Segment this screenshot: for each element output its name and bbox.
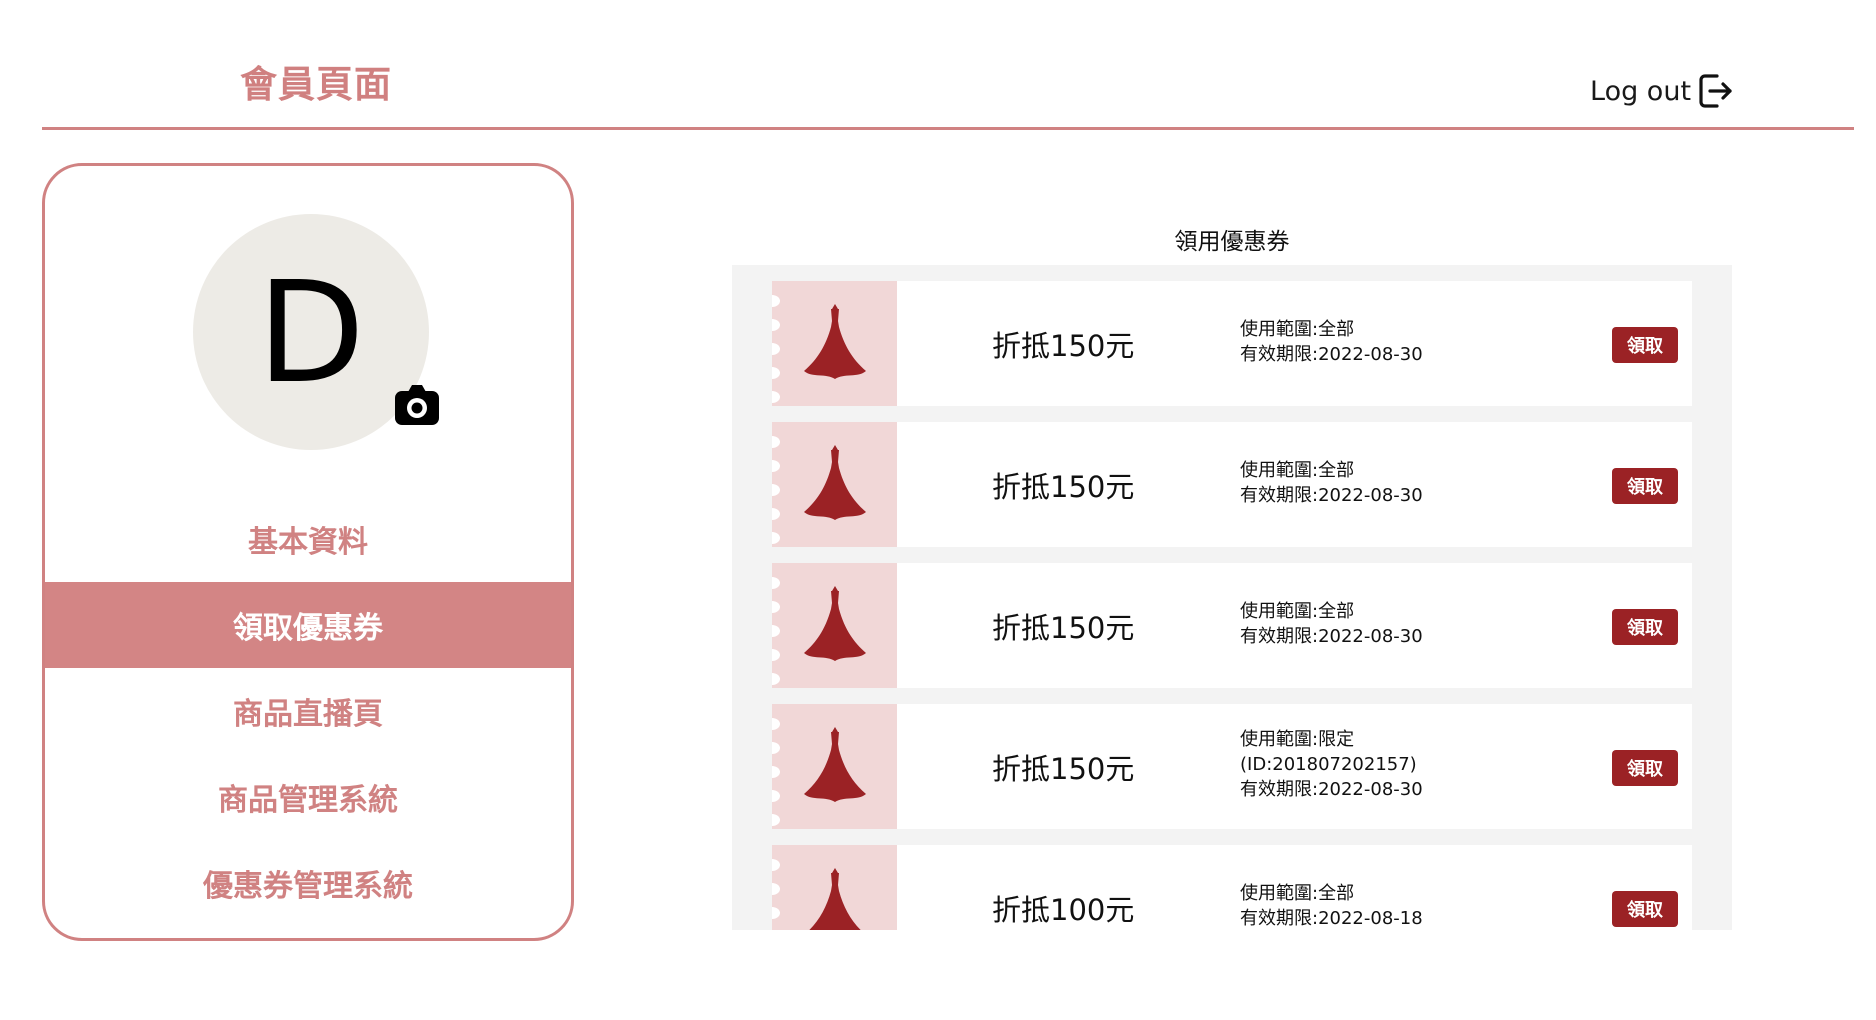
coupon-card: 折抵150元 使用範圍:全部 有效期限:2022-08-30 領取 xyxy=(772,563,1692,688)
sidebar-item-claim-coupons[interactable]: 領取優惠券 xyxy=(45,582,571,668)
coupon-details: 使用範圍:全部 有效期限:2022-08-18 xyxy=(1240,881,1423,930)
coupon-scope: 使用範圍:全部 xyxy=(1240,601,1355,622)
coupon-amount: 折抵150元 xyxy=(992,752,1135,786)
sidebar-item-coupon-management[interactable]: 優惠券管理系統 xyxy=(45,840,571,926)
coupon-scope-id: (ID:201807202157) xyxy=(1240,754,1417,775)
header-divider xyxy=(42,127,1854,130)
sidebar-item-label: 商品管理系統 xyxy=(218,783,398,818)
coupon-amount: 折抵100元 xyxy=(992,893,1135,927)
dress-icon xyxy=(809,868,861,930)
coupon-details: 使用範圍:限定 (ID:201807202157) 有效期限:2022-08-3… xyxy=(1240,727,1423,802)
sidebar-item-basic-info[interactable]: 基本資料 xyxy=(45,496,571,582)
sidebar-item-label: 基本資料 xyxy=(248,525,368,560)
coupon-details: 使用範圍:全部 有效期限:2022-08-30 xyxy=(1240,599,1423,649)
coupon-expiry: 有效期限:2022-08-30 xyxy=(1240,779,1423,800)
coupon-scope: 使用範圍:全部 xyxy=(1240,883,1355,904)
coupon-details: 使用範圍:全部 有效期限:2022-08-30 xyxy=(1240,458,1423,508)
page-title: 會員頁面 xyxy=(240,63,392,106)
sidebar-item-label: 領取優惠券 xyxy=(233,611,383,646)
dress-icon xyxy=(804,304,866,379)
coupon-stub xyxy=(772,563,897,688)
coupon-expiry: 有效期限:2022-08-30 xyxy=(1240,485,1423,506)
profile-sidebar: D 基本資料 領取優惠券 商品直播頁 商品管理系統 優惠券管理系統 xyxy=(42,163,574,941)
claim-coupon-button[interactable]: 領取 xyxy=(1612,609,1678,645)
claim-coupon-button[interactable]: 領取 xyxy=(1612,327,1678,363)
section-title: 領用優惠券 xyxy=(1174,229,1290,255)
coupon-card: 折抵100元 使用範圍:全部 有效期限:2022-08-18 領取 xyxy=(772,845,1692,930)
sidebar-item-product-management[interactable]: 商品管理系統 xyxy=(45,754,571,840)
coupon-details: 使用範圍:全部 有效期限:2022-08-30 xyxy=(1240,317,1423,367)
coupon-stub xyxy=(772,704,897,829)
coupon-amount: 折抵150元 xyxy=(992,329,1135,363)
logout-icon xyxy=(1699,74,1732,108)
claim-coupon-button[interactable]: 領取 xyxy=(1612,891,1678,927)
coupon-amount: 折抵150元 xyxy=(992,611,1135,645)
camera-icon[interactable] xyxy=(394,382,440,428)
coupon-scope: 使用範圍:全部 xyxy=(1240,460,1355,481)
avatar-letter: D xyxy=(257,252,365,415)
coupon-card: 折抵150元 使用範圍:全部 有效期限:2022-08-30 領取 xyxy=(772,422,1692,547)
coupon-stub xyxy=(772,422,897,547)
coupon-expiry: 有效期限:2022-08-30 xyxy=(1240,344,1423,365)
logout-label: Log out xyxy=(1590,75,1692,107)
claim-coupon-button[interactable]: 領取 xyxy=(1612,468,1678,504)
coupon-scope: 使用範圍:全部 xyxy=(1240,319,1355,340)
coupon-stub xyxy=(772,845,897,930)
coupon-list[interactable]: 折抵150元 使用範圍:全部 有效期限:2022-08-30 領取 折抵150元… xyxy=(732,265,1732,930)
coupon-expiry: 有效期限:2022-08-30 xyxy=(1240,626,1423,647)
dress-icon xyxy=(804,586,866,661)
logout-button[interactable]: Log out xyxy=(1590,72,1735,110)
coupon-scope: 使用範圍:限定 xyxy=(1240,729,1355,750)
coupon-stub xyxy=(772,281,897,406)
dress-icon xyxy=(804,727,866,802)
coupon-expiry: 有效期限:2022-08-18 xyxy=(1240,908,1423,929)
sidebar-item-live-stream[interactable]: 商品直播頁 xyxy=(45,668,571,754)
dress-icon xyxy=(804,445,866,520)
sidebar-item-label: 商品直播頁 xyxy=(233,697,383,732)
coupon-card: 折抵150元 使用範圍:全部 有效期限:2022-08-30 領取 xyxy=(772,281,1692,406)
coupon-amount: 折抵150元 xyxy=(992,470,1135,504)
sidebar-item-label: 優惠券管理系統 xyxy=(203,869,413,904)
claim-coupon-button[interactable]: 領取 xyxy=(1612,750,1678,786)
coupon-card: 折抵150元 使用範圍:限定 (ID:201807202157) 有效期限:20… xyxy=(772,704,1692,829)
